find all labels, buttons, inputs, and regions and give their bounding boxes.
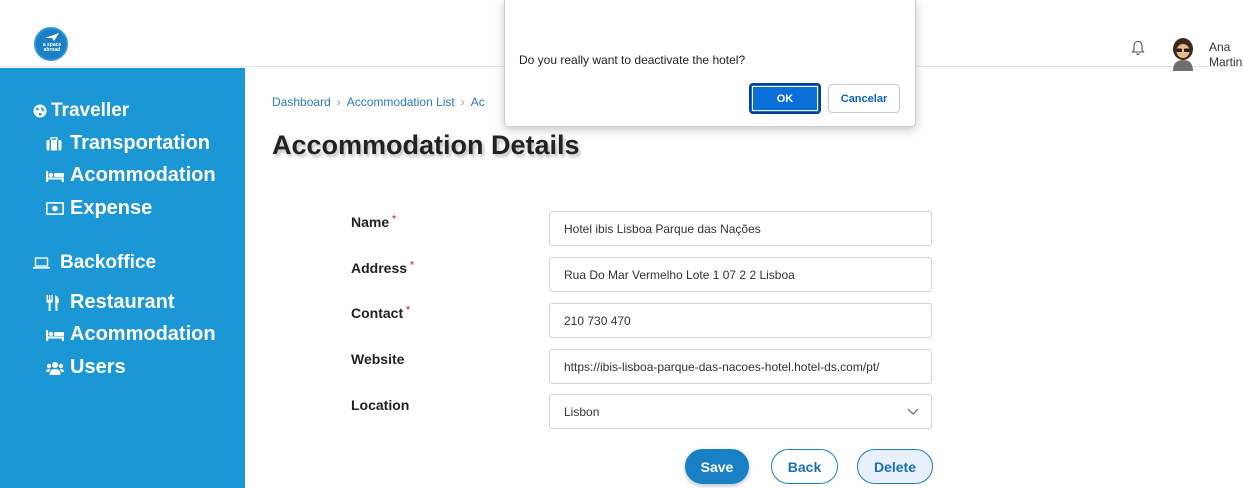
breadcrumb-dashboard[interactable]: Dashboard bbox=[272, 95, 331, 109]
location-selected-value: Lisbon bbox=[564, 404, 600, 419]
breadcrumb-separator-icon: › bbox=[460, 95, 465, 109]
app-logo[interactable]: a space abroad bbox=[34, 27, 68, 61]
sidebar-item-label: Users bbox=[70, 356, 126, 378]
utensils-icon bbox=[46, 294, 60, 311]
dialog-message: Do you really want to deactivate the hot… bbox=[519, 53, 746, 67]
globe-icon bbox=[33, 104, 47, 118]
money-bill-icon bbox=[46, 202, 64, 215]
sidebar-item-users[interactable]: Users bbox=[46, 356, 126, 379]
sidebar: Traveller Transportation Acommodation Ex… bbox=[0, 68, 245, 488]
sidebar-item-acommodation[interactable]: Acommodation bbox=[46, 164, 216, 187]
notification-bell-icon[interactable] bbox=[1131, 40, 1145, 56]
sidebar-section-traveller[interactable]: Traveller bbox=[33, 100, 129, 122]
ok-button[interactable]: OK bbox=[749, 83, 821, 114]
confirm-dialog: Do you really want to deactivate the hot… bbox=[504, 0, 916, 127]
sidebar-item-transportation[interactable]: Transportation bbox=[46, 132, 210, 155]
page-title: Accommodation Details bbox=[272, 130, 580, 160]
sidebar-section-label: Backoffice bbox=[60, 252, 157, 273]
user-last-name: Martin bbox=[1209, 55, 1243, 69]
suitcase-icon bbox=[46, 136, 62, 150]
app-root: a space abroad Ana Martin Traveller Tran… bbox=[0, 0, 1244, 488]
sidebar-item-label: Transportation bbox=[70, 132, 211, 154]
breadcrumb-current[interactable]: Ac bbox=[471, 95, 485, 109]
breadcrumb-accommodation-list[interactable]: Accommodation List bbox=[347, 95, 455, 109]
field-label-text: Contact bbox=[351, 305, 404, 321]
sidebar-item-label: Acommodation bbox=[70, 323, 216, 345]
sidebar-item-label: Expense bbox=[70, 197, 153, 219]
breadcrumb: Dashboard › Accommodation List › Ac bbox=[272, 95, 485, 109]
sidebar-section-backoffice[interactable]: Backoffice bbox=[33, 252, 156, 274]
bed-icon bbox=[46, 170, 64, 182]
contact-input[interactable]: 210 730 470 bbox=[549, 303, 932, 338]
field-label-text: Address bbox=[351, 260, 408, 276]
users-icon bbox=[46, 361, 64, 375]
field-label-text: Website bbox=[351, 351, 405, 367]
field-label-text: Name bbox=[351, 214, 390, 230]
website-label: Website bbox=[351, 351, 404, 367]
plane-icon bbox=[45, 33, 59, 41]
sidebar-item-label: Restaurant bbox=[70, 291, 175, 313]
user-first-name: Ana bbox=[1209, 40, 1231, 54]
sidebar-section-label: Traveller bbox=[51, 100, 130, 121]
required-mark: * bbox=[406, 305, 411, 316]
delete-button[interactable]: Delete bbox=[857, 449, 933, 484]
required-mark: * bbox=[410, 260, 414, 271]
user-name[interactable]: Ana Martin bbox=[1209, 40, 1242, 70]
contact-label: Contact * bbox=[351, 305, 410, 321]
cancel-button[interactable]: Cancelar bbox=[828, 84, 900, 113]
address-input[interactable]: Rua Do Mar Vermelho Lote 1 07 2 2 Lisboa bbox=[549, 257, 932, 292]
sidebar-item-restaurant[interactable]: Restaurant bbox=[46, 291, 174, 314]
save-button[interactable]: Save bbox=[685, 449, 749, 484]
sidebar-item-label: Acommodation bbox=[70, 164, 216, 186]
website-input[interactable]: https://ibis-lisboa-parque-das-nacoes-ho… bbox=[549, 349, 932, 384]
name-input[interactable]: Hotel ibis Lisboa Parque das Nações bbox=[549, 211, 932, 246]
location-label: Location bbox=[351, 397, 409, 413]
bed-icon bbox=[46, 329, 64, 341]
sidebar-item-acommodation-backoffice[interactable]: Acommodation bbox=[46, 323, 216, 346]
logo-text: a space abroad bbox=[42, 42, 62, 53]
breadcrumb-separator-icon: › bbox=[336, 95, 341, 109]
laptop-icon bbox=[33, 257, 50, 269]
sidebar-item-expense[interactable]: Expense bbox=[46, 197, 152, 220]
required-mark: * bbox=[392, 214, 397, 225]
name-label: Name * bbox=[351, 214, 396, 230]
address-label: Address * bbox=[351, 260, 414, 276]
back-button[interactable]: Back bbox=[771, 449, 838, 484]
field-label-text: Location bbox=[351, 397, 410, 413]
location-select[interactable]: Lisbon bbox=[549, 394, 932, 429]
chevron-down-icon bbox=[907, 408, 919, 415]
user-avatar[interactable] bbox=[1168, 37, 1198, 71]
